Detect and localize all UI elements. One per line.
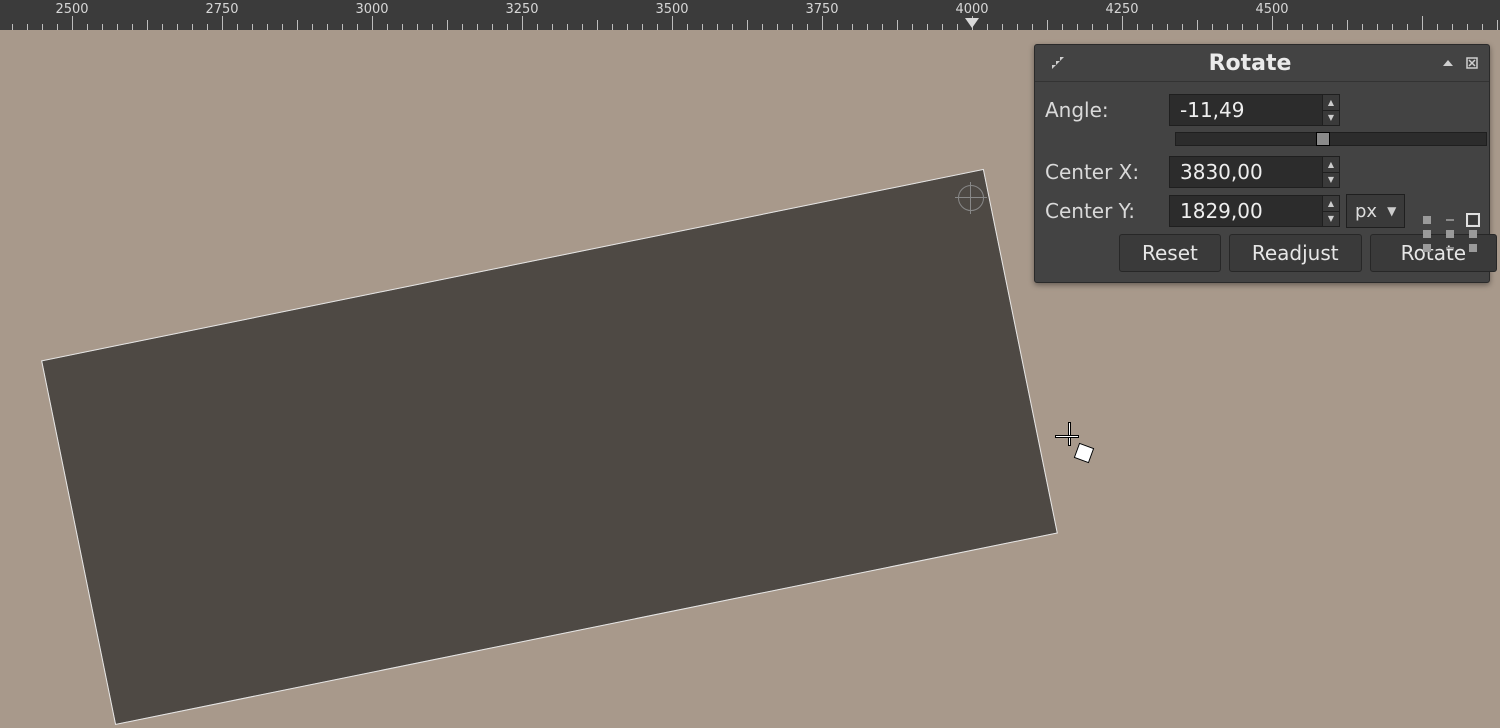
dialog-title: Rotate [1067,51,1433,76]
anchor-center[interactable] [1446,230,1454,238]
ruler-tick [222,16,223,30]
ruler-tick [1347,20,1348,30]
unit-value: px [1355,201,1377,222]
anchor-top-left[interactable] [1423,216,1431,224]
ruler-tick [822,16,823,30]
angle-label: Angle: [1045,98,1163,122]
ruler-tick [1272,16,1273,30]
anchor-mid-left[interactable] [1423,230,1431,238]
centery-label: Center Y: [1045,199,1163,223]
ruler-label: 2500 [55,2,88,17]
ruler-label: 3000 [355,2,388,17]
ruler-tick [1122,16,1123,30]
angle-input[interactable]: -11,49 [1169,94,1323,126]
ruler-label: 3750 [805,2,838,17]
centerx-spinbox[interactable]: 3830,00 ▲ ▼ [1169,156,1340,188]
angle-step-down[interactable]: ▼ [1323,111,1339,126]
centery-spinbox[interactable]: 1829,00 ▲ ▼ [1169,195,1340,227]
readjust-button[interactable]: Readjust [1229,234,1362,272]
ruler-tick [672,16,673,30]
close-icon[interactable] [1463,54,1481,72]
ruler-tick [372,16,373,30]
collapse-icon[interactable] [1439,54,1457,72]
ruler-tick [1047,20,1048,30]
ruler-tick [147,20,148,30]
centery-step-down[interactable]: ▼ [1323,212,1339,227]
dialog-menu-icon[interactable] [1049,54,1067,72]
ruler-label: 3500 [655,2,688,17]
ruler-tick [1197,20,1198,30]
ruler-tick [747,20,748,30]
horizontal-ruler[interactable]: 2500 2750 3000 3250 3500 3750 4000 4250 4500 [0,0,1500,30]
ruler-tick [1422,16,1423,30]
centerx-step-up[interactable]: ▲ [1323,157,1339,173]
ruler-tick [72,16,73,30]
angle-slider[interactable] [1175,132,1487,146]
anchor-bottom-right[interactable] [1469,244,1477,252]
unit-select[interactable]: px ▼ [1346,194,1405,228]
angle-step-up[interactable]: ▲ [1323,95,1339,111]
angle-spinbox[interactable]: -11,49 ▲ ▼ [1169,94,1340,126]
centerx-step-down[interactable]: ▼ [1323,173,1339,188]
dialog-body: Angle: -11,49 ▲ ▼ Center X: 3830,00 ▲ ▼ [1035,82,1489,282]
centery-input[interactable]: 1829,00 [1169,195,1323,227]
ruler-tick [297,20,298,30]
rotate-dialog[interactable]: Rotate Angle: -11,49 ▲ ▼ Center X: 38 [1034,44,1490,283]
ruler-label: 4500 [1255,2,1288,17]
anchor-mid-right[interactable] [1469,230,1477,238]
ruler-label: 4250 [1105,2,1138,17]
centerx-label: Center X: [1045,160,1163,184]
ruler-label: 4000 [955,2,988,17]
rotated-layer-preview[interactable] [42,170,1056,724]
ruler-tick [597,20,598,30]
ruler-position-marker[interactable] [965,18,979,28]
anchor-top-right[interactable] [1469,216,1477,224]
ruler-tick [1497,20,1498,30]
reset-button[interactable]: Reset [1119,234,1221,272]
ruler-label: 3250 [505,2,538,17]
angle-slider-knob[interactable] [1316,132,1330,146]
dialog-titlebar[interactable]: Rotate [1035,45,1489,82]
chevron-down-icon: ▼ [1387,204,1396,218]
centery-step-up[interactable]: ▲ [1323,196,1339,212]
ruler-label: 2750 [205,2,238,17]
ruler-tick [447,20,448,30]
pivot-anchor-grid[interactable] [1423,210,1477,258]
ruler-tick [522,16,523,30]
anchor-bottom-left[interactable] [1423,244,1431,252]
centerx-input[interactable]: 3830,00 [1169,156,1323,188]
ruler-tick [897,20,898,30]
